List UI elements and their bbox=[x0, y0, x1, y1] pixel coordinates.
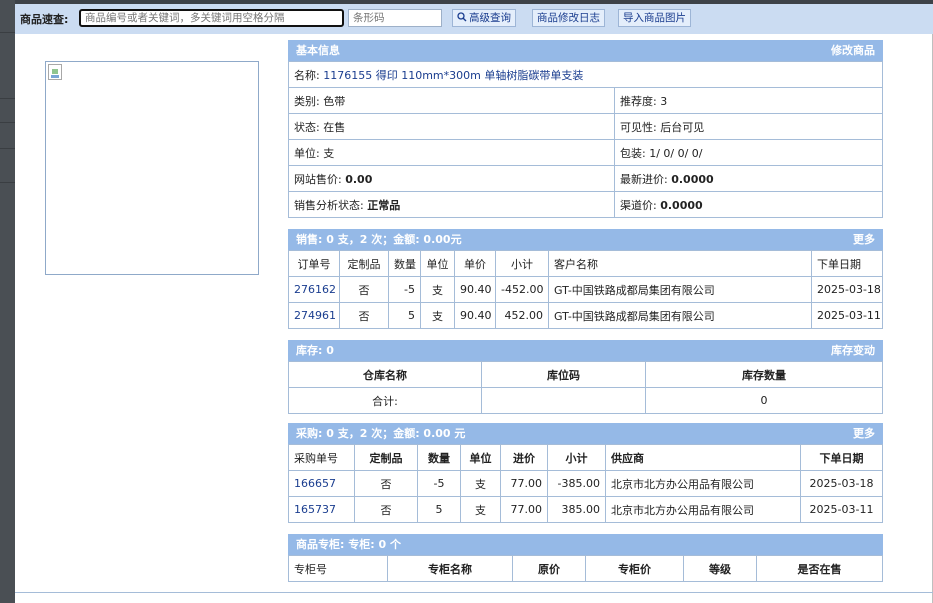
sales-header-row: 订单号 定制品 数量 单位 单价 小计 客户名称 下单日期 bbox=[288, 250, 883, 277]
counter-panel: 商品专柜: 专柜: 0 个 专柜号 专柜名称 原价 专柜价 等级 是否在售 bbox=[288, 534, 883, 582]
column-header: 客户名称 bbox=[548, 250, 812, 277]
sales-header: 销售: 0 支，2 次；金额: 0.00元 更多 bbox=[288, 229, 883, 250]
purchase-order-link[interactable]: 166657 bbox=[288, 470, 355, 497]
column-header: 数量 bbox=[388, 250, 421, 277]
web-price-cell: 网站售价: 0.00 bbox=[288, 165, 615, 192]
latest-cost-value: 0.0000 bbox=[671, 172, 714, 186]
column-header: 数量 bbox=[417, 444, 461, 471]
sales-order-link[interactable]: 276162 bbox=[288, 276, 340, 303]
product-name: 1176155 得印 110mm*300m 单轴树脂碳带单支装 bbox=[323, 68, 584, 82]
column-header: 下单日期 bbox=[800, 444, 883, 471]
column-header: 等级 bbox=[683, 555, 757, 582]
sales-status-value: 正常品 bbox=[367, 198, 401, 212]
counter-table: 专柜号 专柜名称 原价 专柜价 等级 是否在售 bbox=[288, 555, 883, 582]
sales-order-link[interactable]: 274961 bbox=[288, 302, 340, 329]
unit-cell: 单位: 支 bbox=[288, 139, 615, 166]
quick-search-bar: 商品速查: 高级查询 商品修改日志 导入商品图片 bbox=[15, 0, 933, 34]
purchase-order-link[interactable]: 165737 bbox=[288, 496, 355, 523]
basic-info-panel: 基本信息 修改商品 名称: 1176155 得印 110mm*300m 单轴树脂… bbox=[288, 40, 883, 218]
column-header: 进价 bbox=[500, 444, 548, 471]
inventory-table: 仓库名称 库位码 库存数量 合计: 0 bbox=[288, 361, 883, 414]
purchase-table: 采购单号 定制品 数量 单位 进价 小计 供应商 下单日期 166657 否 -… bbox=[288, 444, 883, 523]
table-row: 274961 否 5 支 90.40 452.00 GT-中国铁路成都局集团有限… bbox=[288, 302, 883, 329]
left-window-strip bbox=[0, 0, 15, 603]
category-cell: 类别: 色带 bbox=[288, 87, 615, 114]
barcode-input[interactable] bbox=[348, 9, 442, 27]
column-header: 供应商 bbox=[605, 444, 801, 471]
channel-price-cell: 渠道价: 0.0000 bbox=[614, 191, 883, 218]
counter-header: 商品专柜: 专柜: 0 个 bbox=[288, 534, 883, 555]
status-cell: 状态: 在售 bbox=[288, 113, 615, 140]
column-header: 单位 bbox=[420, 250, 455, 277]
sales-table: 订单号 定制品 数量 单位 单价 小计 客户名称 下单日期 276162 否 -… bbox=[288, 250, 883, 329]
edit-product-link[interactable]: 修改商品 bbox=[831, 40, 875, 61]
channel-price-value: 0.0000 bbox=[660, 198, 703, 212]
column-header: 专柜名称 bbox=[387, 555, 513, 582]
import-images-button[interactable]: 导入商品图片 bbox=[618, 9, 691, 27]
column-header: 是否在售 bbox=[756, 555, 883, 582]
latest-cost-cell: 最新进价: 0.0000 bbox=[614, 165, 883, 192]
column-header: 采购单号 bbox=[288, 444, 355, 471]
sales-panel: 销售: 0 支，2 次；金额: 0.00元 更多 订单号 定制品 数量 单位 单… bbox=[288, 229, 883, 329]
column-header: 专柜价 bbox=[585, 555, 684, 582]
column-header: 订单号 bbox=[288, 250, 340, 277]
counter-header-row: 专柜号 专柜名称 原价 专柜价 等级 是否在售 bbox=[288, 555, 883, 582]
search-input[interactable] bbox=[79, 9, 344, 27]
modify-log-button[interactable]: 商品修改日志 bbox=[532, 9, 605, 27]
column-header: 小计 bbox=[547, 444, 606, 471]
column-header: 库存数量 bbox=[645, 361, 883, 388]
column-header: 单位 bbox=[460, 444, 501, 471]
inventory-panel: 库存: 0 库存变动 仓库名称 库位码 库存数量 合计: 0 bbox=[288, 340, 883, 414]
inventory-change-link[interactable]: 库存变动 bbox=[831, 340, 875, 361]
purchase-header: 采购: 0 支，2 次；金额: 0.00 元 更多 bbox=[288, 423, 883, 444]
column-header: 仓库名称 bbox=[288, 361, 482, 388]
table-row: 276162 否 -5 支 90.40 -452.00 GT-中国铁路成都局集团… bbox=[288, 276, 883, 303]
packing-cell: 包装: 1/ 0/ 0/ 0/ bbox=[614, 139, 883, 166]
inventory-total-row: 合计: 0 bbox=[288, 387, 883, 414]
column-header: 下单日期 bbox=[811, 250, 883, 277]
advanced-search-button[interactable]: 高级查询 bbox=[452, 9, 516, 27]
column-header: 库位码 bbox=[481, 361, 646, 388]
basic-info-table: 名称: 1176155 得印 110mm*300m 单轴树脂碳带单支装 类别: … bbox=[288, 61, 883, 218]
column-header: 定制品 bbox=[354, 444, 418, 471]
purchase-panel: 采购: 0 支，2 次；金额: 0.00 元 更多 采购单号 定制品 数量 单位… bbox=[288, 423, 883, 523]
inventory-header: 库存: 0 库存变动 bbox=[288, 340, 883, 361]
visibility-cell: 可见性: 后台可见 bbox=[614, 113, 883, 140]
sales-status-cell: 销售分析状态: 正常品 bbox=[288, 191, 615, 218]
column-header: 专柜号 bbox=[288, 555, 388, 582]
column-header: 定制品 bbox=[339, 250, 389, 277]
broken-image-icon bbox=[48, 64, 62, 80]
search-icon bbox=[457, 12, 467, 22]
inventory-header-row: 仓库名称 库位码 库存数量 bbox=[288, 361, 883, 388]
table-row: 165737 否 5 支 77.00 385.00 北京市北方办公用品有限公司 … bbox=[288, 496, 883, 523]
product-image bbox=[45, 61, 259, 275]
table-row: 166657 否 -5 支 77.00 -385.00 北京市北方办公用品有限公… bbox=[288, 470, 883, 497]
column-header: 单价 bbox=[454, 250, 496, 277]
column-header: 原价 bbox=[512, 555, 586, 582]
basic-info-header: 基本信息 修改商品 bbox=[288, 40, 883, 61]
sales-more-link[interactable]: 更多 bbox=[853, 229, 875, 250]
quick-search-label: 商品速查: bbox=[20, 13, 69, 26]
purchase-header-row: 采购单号 定制品 数量 单位 进价 小计 供应商 下单日期 bbox=[288, 444, 883, 471]
purchase-more-link[interactable]: 更多 bbox=[853, 423, 875, 444]
column-header: 小计 bbox=[495, 250, 549, 277]
product-name-cell: 名称: 1176155 得印 110mm*300m 单轴树脂碳带单支装 bbox=[288, 61, 883, 88]
recommend-cell: 推荐度: 3 bbox=[614, 87, 883, 114]
web-price-value: 0.00 bbox=[345, 172, 373, 186]
